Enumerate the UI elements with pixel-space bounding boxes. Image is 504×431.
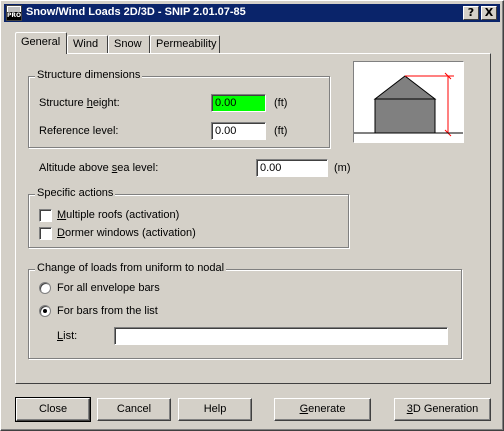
structure-dimensions-title: Structure dimensions [35, 69, 143, 81]
structure-dimensions-group: Structure dimensions [28, 69, 330, 148]
all-envelope-bars-radio[interactable] [39, 282, 51, 294]
multiple-roofs-checkbox[interactable] [39, 209, 52, 222]
window-title: Snow/Wind Loads 2D/3D - SNIP 2.01.07-85 [26, 6, 246, 18]
tab-permeability[interactable]: Permeability [150, 35, 220, 53]
dormer-windows-label[interactable]: Dormer windows (activation) [57, 227, 196, 239]
generate-button[interactable]: Generate [274, 398, 371, 421]
tab-wind[interactable]: Wind [67, 35, 108, 53]
all-envelope-bars-label[interactable]: For all envelope bars [57, 282, 160, 294]
dormer-windows-checkbox[interactable] [39, 227, 52, 240]
bars-from-list-label[interactable]: For bars from the list [57, 305, 158, 317]
specific-actions-group: Specific actions [28, 187, 349, 248]
reference-level-label: Reference level: [39, 125, 119, 137]
title-bar[interactable]: PRO Snow/Wind Loads 2D/3D - SNIP 2.01.07… [4, 4, 500, 22]
help-button[interactable]: Help [178, 398, 252, 421]
altitude-label: Altitude above sea level: [39, 162, 159, 174]
tab-general[interactable]: General [15, 32, 67, 54]
dialog-window: PRO Snow/Wind Loads 2D/3D - SNIP 2.01.07… [0, 0, 504, 431]
altitude-input[interactable]: 0.00 [256, 159, 328, 177]
specific-actions-title: Specific actions [35, 187, 116, 199]
cancel-button[interactable]: Cancel [97, 398, 171, 421]
list-label: List: [57, 330, 78, 342]
radio-selected-dot [43, 309, 47, 313]
structure-height-input[interactable]: 0.00 [211, 94, 266, 112]
reference-level-input[interactable]: 0.00 [211, 122, 266, 140]
close-button[interactable]: Close [15, 397, 91, 422]
bars-from-list-radio[interactable] [39, 305, 51, 317]
tab-snow[interactable]: Snow [108, 35, 150, 53]
structure-height-unit: (ft) [274, 97, 288, 109]
multiple-roofs-label[interactable]: Multiple roofs (activation) [57, 209, 179, 221]
loads-change-title: Change of loads from uniform to nodal [35, 262, 227, 274]
app-icon: PRO [6, 5, 22, 21]
altitude-unit: (m) [334, 162, 351, 174]
bar-list-input[interactable] [114, 327, 448, 345]
reference-level-unit: (ft) [274, 125, 288, 137]
app-icon-text: PRO [7, 12, 22, 20]
structure-height-label: Structure height: [39, 97, 120, 109]
close-title-button[interactable]: X [481, 6, 497, 20]
3d-generation-button[interactable]: 3D Generation [394, 398, 491, 421]
help-title-button[interactable]: ? [463, 6, 479, 20]
